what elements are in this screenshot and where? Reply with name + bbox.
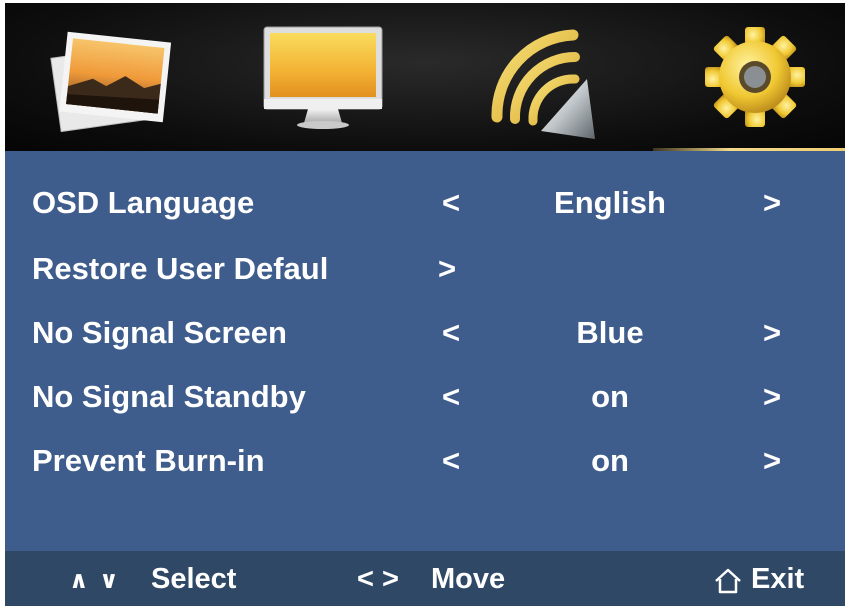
menu-item-osd-language[interactable]: OSD Language < English > [5, 177, 845, 227]
menu-item-restore-user-default[interactable]: Restore User Defaul > [5, 243, 845, 293]
tab-setup[interactable] [635, 3, 845, 151]
item-value: English [554, 185, 666, 220]
decrease-arrow[interactable]: < [442, 379, 460, 415]
move-hint: Move [431, 563, 506, 595]
item-value: Blue [576, 315, 644, 350]
tab-audio[interactable] [425, 3, 635, 151]
gear-icon [705, 27, 805, 127]
enter-arrow[interactable]: > [438, 251, 456, 287]
increase-arrow[interactable]: > [763, 443, 781, 479]
select-hint: Select [151, 563, 237, 595]
increase-arrow[interactable]: > [763, 379, 781, 415]
increase-arrow[interactable]: > [763, 185, 781, 221]
up-down-arrows-icon: ∧ ∨ [69, 567, 121, 594]
item-value: on [591, 443, 629, 478]
menu-item-no-signal-standby[interactable]: No Signal Standby < on > [5, 371, 845, 421]
item-value: on [591, 379, 629, 414]
item-label: No Signal Standby [32, 379, 306, 414]
menu-item-no-signal-screen[interactable]: No Signal Screen < Blue > [5, 307, 845, 357]
monitor-icon [263, 26, 383, 129]
item-label: OSD Language [32, 185, 255, 220]
decrease-arrow[interactable]: < [442, 185, 460, 221]
item-label: Restore User Defaul [32, 251, 329, 286]
speaker-icon [491, 29, 595, 139]
item-label: No Signal Screen [32, 315, 287, 350]
menu-item-prevent-burn-in[interactable]: Prevent Burn-in < on > [5, 435, 845, 485]
exit-button[interactable]: Exit [751, 563, 804, 596]
item-label: Prevent Burn-in [32, 443, 265, 478]
tab-display[interactable] [215, 3, 425, 151]
tab-bar [5, 3, 845, 151]
tab-picture[interactable] [5, 3, 215, 151]
decrease-arrow[interactable]: < [442, 315, 460, 351]
photo-icon [50, 31, 172, 133]
settings-list: OSD Language < English > Restore User De… [5, 151, 845, 551]
key-hint-bar: ∧ ∨ Select < > Move Exit [5, 551, 845, 606]
left-right-arrows-icon: < > [357, 563, 399, 595]
increase-arrow[interactable]: > [763, 315, 781, 351]
decrease-arrow[interactable]: < [442, 443, 460, 479]
osd-menu: OSD Language < English > Restore User De… [5, 3, 845, 606]
home-icon [713, 567, 743, 603]
